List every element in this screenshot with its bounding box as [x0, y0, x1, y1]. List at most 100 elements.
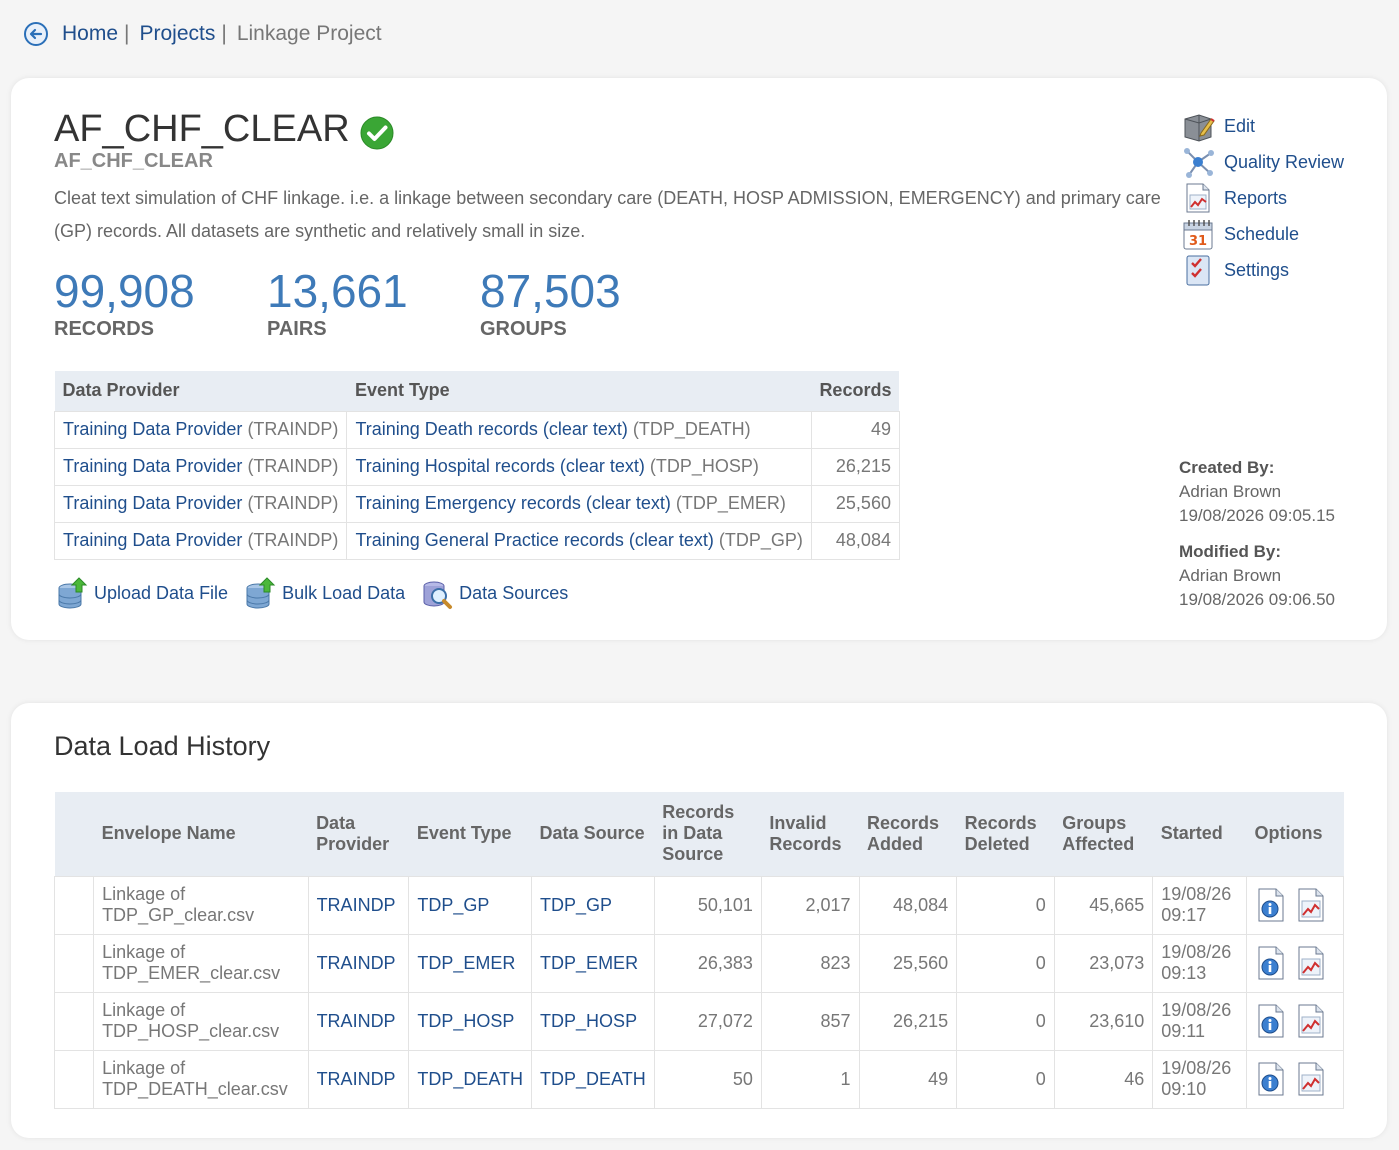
started-cell: 19/08/26 09:13: [1152, 933, 1247, 993]
stat-groups-value: 87,503: [480, 265, 621, 317]
info-document-icon[interactable]: [1255, 945, 1287, 981]
event-link[interactable]: TDP_EMER: [417, 953, 515, 973]
records-source-cell: 26,383: [653, 933, 762, 993]
upload-data-file-label[interactable]: Upload Data File: [94, 583, 228, 604]
source-cell: TDP_HOSP: [531, 991, 655, 1051]
checklist-icon: [1181, 253, 1215, 287]
records-cell: 26,215: [810, 447, 900, 486]
data-sources-button[interactable]: Data Sources: [421, 576, 568, 610]
provider-link[interactable]: TRAINDP: [317, 895, 396, 915]
groups-affected-cell: 23,073: [1053, 933, 1154, 993]
event-code: (TDP_GP): [718, 530, 803, 550]
col-records: Records: [811, 371, 900, 411]
row-blank-cell: [53, 933, 95, 993]
records-deleted-cell: 0: [956, 875, 1055, 935]
provider-link[interactable]: Training Data Provider: [63, 419, 242, 439]
schedule-label[interactable]: Schedule: [1224, 224, 1299, 245]
breadcrumb-projects-link[interactable]: Projects: [140, 22, 216, 46]
envelope-name-cell: Linkage of TDP_HOSP_clear.csv: [93, 991, 309, 1051]
quality-review-label[interactable]: Quality Review: [1224, 152, 1344, 173]
settings-menu-item[interactable]: Settings: [1181, 252, 1344, 288]
started-cell: 19/08/26 09:11: [1152, 991, 1247, 1051]
source-link[interactable]: TDP_DEATH: [540, 1069, 646, 1089]
records-deleted-cell: 0: [956, 991, 1055, 1051]
provider-link[interactable]: Training Data Provider: [63, 530, 242, 550]
envelope-name-cell: Linkage of TDP_GP_clear.csv: [93, 875, 309, 935]
reports-menu-item[interactable]: Reports: [1181, 180, 1344, 216]
settings-label[interactable]: Settings: [1224, 260, 1289, 281]
col-event-type: Event Type: [346, 371, 812, 411]
back-arrow-icon[interactable]: [24, 22, 48, 46]
invalid-records-cell: 2,017: [760, 875, 860, 935]
provider-cell: Training Data Provider (TRAINDP): [53, 484, 348, 523]
records-deleted-cell: 0: [956, 1049, 1055, 1109]
created-by-name: Adrian Brown: [1179, 482, 1282, 501]
event-link[interactable]: TDP_DEATH: [417, 1069, 523, 1089]
created-info: Created By: Adrian Brown 19/08/2026 09:0…: [1179, 456, 1335, 528]
source-link[interactable]: TDP_HOSP: [540, 1011, 637, 1031]
source-link[interactable]: TDP_EMER: [540, 953, 638, 973]
provider-link[interactable]: TRAINDP: [317, 1011, 396, 1031]
data-sources-label[interactable]: Data Sources: [459, 583, 568, 604]
invalid-records-cell: 823: [760, 933, 860, 993]
upload-data-file-button[interactable]: Upload Data File: [56, 576, 228, 610]
provider-link[interactable]: TRAINDP: [317, 953, 396, 973]
schedule-menu-item[interactable]: 31 Schedule: [1181, 216, 1344, 252]
table-row: Linkage of TDP_GP_clear.csv TRAINDP TDP_…: [53, 875, 1345, 935]
info-document-icon[interactable]: [1255, 1061, 1287, 1097]
provider-cell: TRAINDP: [307, 1049, 410, 1109]
event-cell: TDP_DEATH: [408, 1049, 533, 1109]
options-cell: [1245, 933, 1345, 993]
event-link[interactable]: Training Hospital records (clear text): [355, 456, 644, 476]
started-date: 19/08/26: [1161, 942, 1232, 962]
records-cell: 25,560: [810, 484, 900, 523]
report-chart-icon[interactable]: [1295, 945, 1327, 981]
report-chart-icon: [1181, 181, 1215, 215]
col-groups-affected: Groups Affected: [1054, 792, 1153, 876]
report-chart-icon[interactable]: [1295, 1061, 1327, 1097]
started-time: 09:13: [1161, 963, 1207, 983]
started-date: 19/08/26: [1161, 884, 1232, 904]
event-link[interactable]: TDP_GP: [417, 895, 489, 915]
info-document-icon[interactable]: [1255, 1003, 1287, 1039]
event-link[interactable]: Training General Practice records (clear…: [355, 530, 713, 550]
started-time: 09:11: [1161, 1021, 1205, 1041]
provider-table-header: Data Provider Event Type Records: [54, 371, 900, 411]
project-side-menu: Edit Quality Review Reports 31 Schedule …: [1181, 108, 1344, 288]
started-time: 09:10: [1161, 1079, 1207, 1099]
provider-link[interactable]: Training Data Provider: [63, 456, 242, 476]
provider-cell: Training Data Provider (TRAINDP): [53, 410, 348, 449]
col-blank: [54, 792, 94, 876]
event-code: (TDP_EMER): [675, 493, 786, 513]
provider-cell: Training Data Provider (TRAINDP): [53, 521, 348, 560]
reports-label[interactable]: Reports: [1224, 188, 1287, 209]
bulk-load-data-button[interactable]: Bulk Load Data: [244, 576, 405, 610]
bulk-load-data-label[interactable]: Bulk Load Data: [282, 583, 405, 604]
groups-affected-cell: 46: [1053, 1049, 1154, 1109]
records-added-cell: 25,560: [858, 933, 958, 993]
edit-label[interactable]: Edit: [1224, 116, 1255, 137]
event-link[interactable]: Training Emergency records (clear text): [355, 493, 670, 513]
started-date: 19/08/26: [1161, 1000, 1232, 1020]
provider-link[interactable]: Training Data Provider: [63, 493, 242, 513]
event-cell: Training Emergency records (clear text) …: [346, 484, 812, 523]
source-link[interactable]: TDP_GP: [540, 895, 612, 915]
provider-cell: TRAINDP: [307, 933, 410, 993]
provider-code: (TRAINDP): [247, 419, 339, 439]
report-chart-icon[interactable]: [1295, 887, 1327, 923]
status-check-icon: [360, 116, 394, 149]
edit-menu-item[interactable]: Edit: [1181, 108, 1344, 144]
report-chart-icon[interactable]: [1295, 1003, 1327, 1039]
history-title: Data Load History: [54, 731, 271, 761]
event-link[interactable]: TDP_HOSP: [417, 1011, 514, 1031]
info-document-icon[interactable]: [1255, 887, 1287, 923]
event-link[interactable]: Training Death records (clear text): [355, 419, 627, 439]
provider-cell: Training Data Provider (TRAINDP): [53, 447, 348, 486]
provider-link[interactable]: TRAINDP: [317, 1069, 396, 1089]
stat-records: 99,908 RECORDS: [54, 266, 195, 341]
quality-review-menu-item[interactable]: Quality Review: [1181, 144, 1344, 180]
breadcrumb-home-link[interactable]: Home: [62, 22, 118, 46]
briefcase-edit-icon: [1181, 109, 1215, 143]
stat-records-label: RECORDS: [54, 318, 155, 340]
modified-by-name: Adrian Brown: [1179, 566, 1282, 585]
